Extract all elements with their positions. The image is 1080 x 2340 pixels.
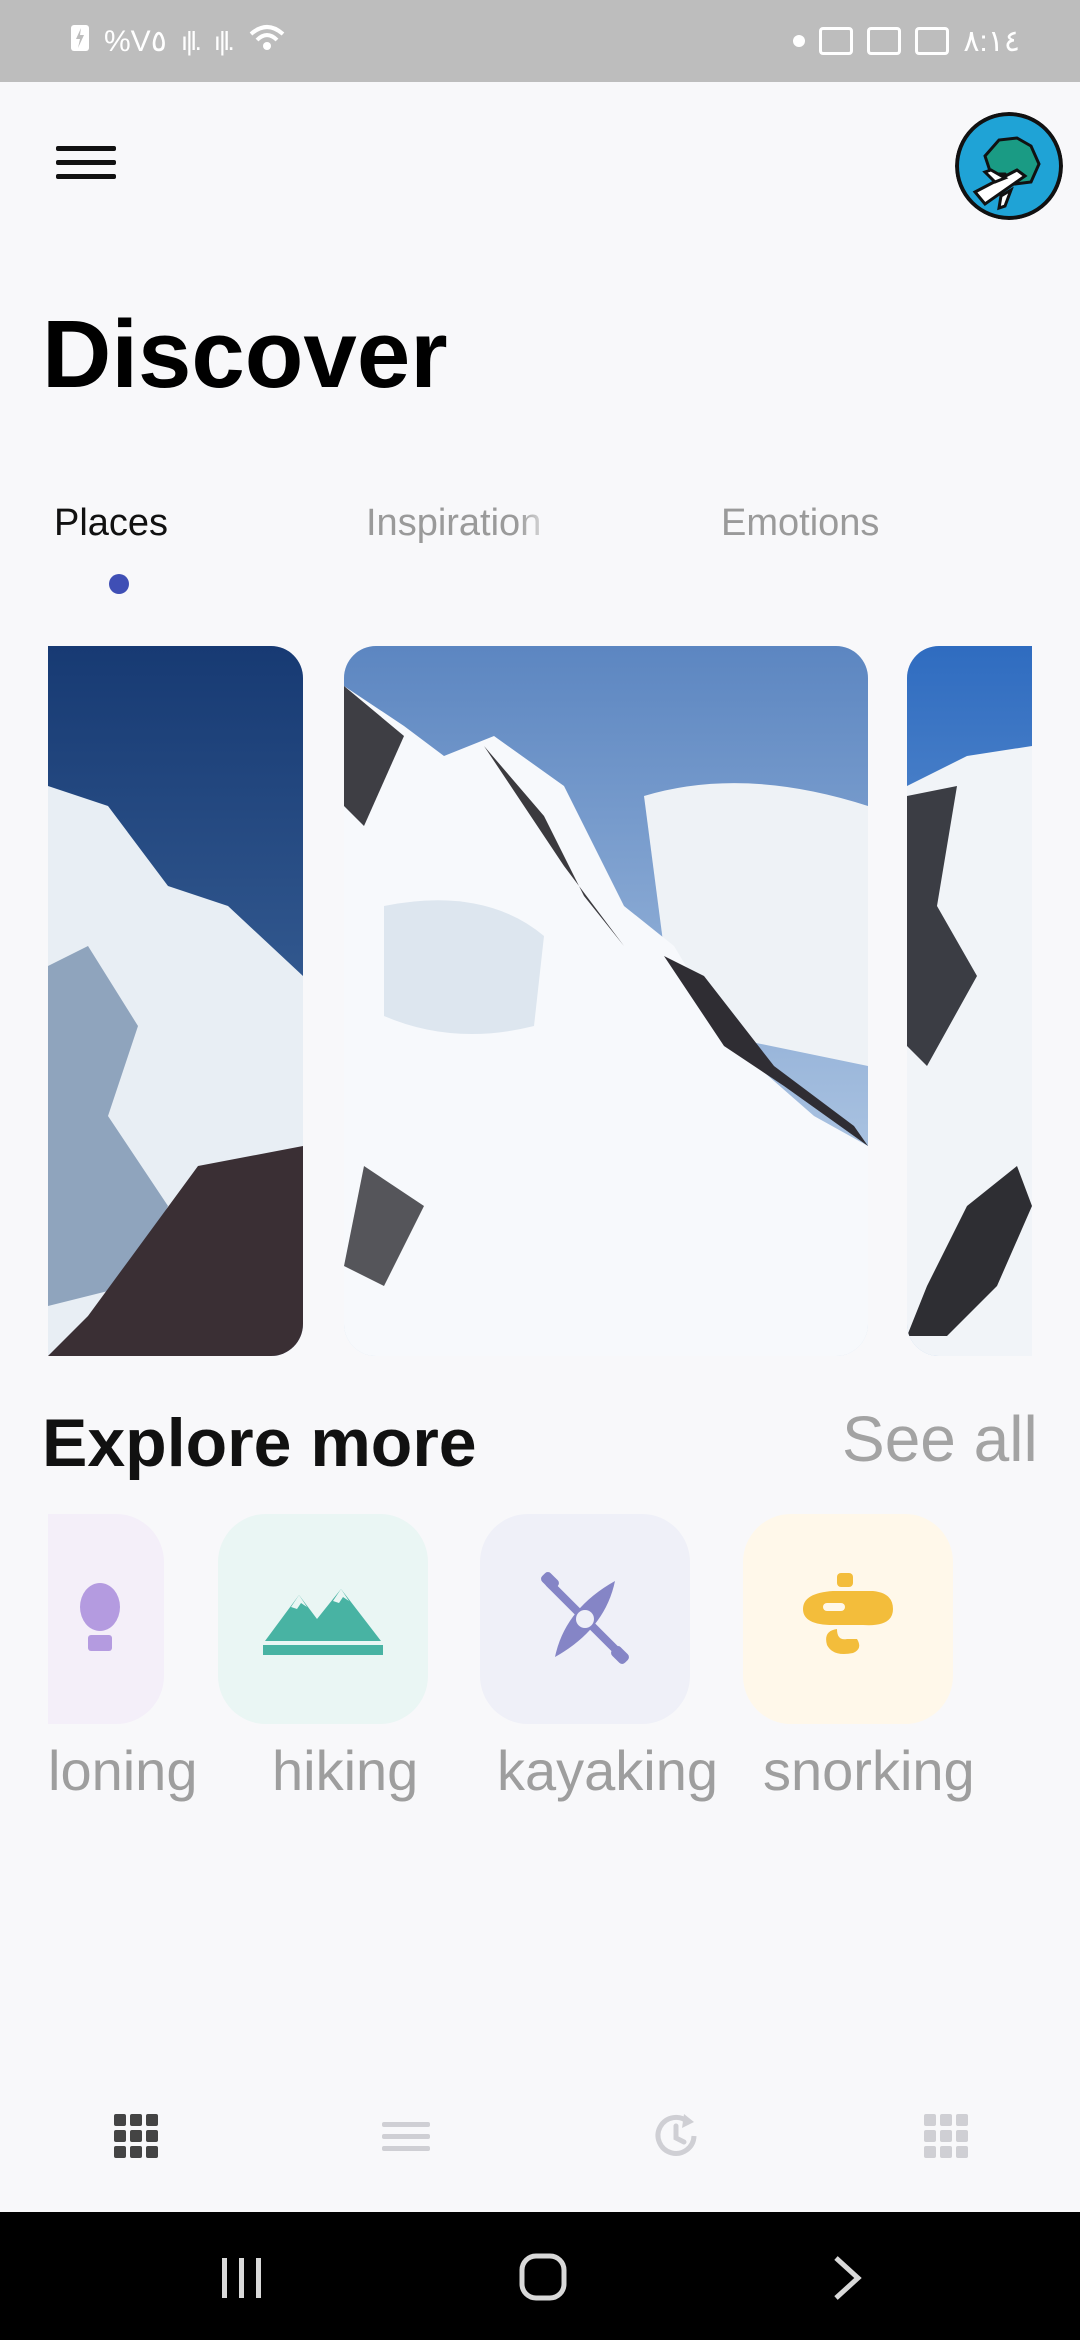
balloon-icon (80, 1583, 120, 1651)
explore-more-title: Explore more (42, 1405, 477, 1481)
tab-places[interactable]: Places (54, 502, 168, 545)
snorkel-mask-icon (803, 1573, 893, 1654)
battery-charging-icon (70, 22, 90, 60)
back-chevron-icon[interactable] (830, 2254, 864, 2307)
signal-icon: ı|l. (180, 25, 202, 56)
page-title: Discover (42, 301, 448, 408)
category-kayaking[interactable] (480, 1514, 690, 1724)
tab-inspiration[interactable]: Inspiration (366, 502, 556, 545)
tab-emotions[interactable]: Emotions (721, 502, 879, 545)
category-label-hiking: hiking (272, 1739, 419, 1802)
place-card-featured[interactable] (344, 646, 868, 1356)
active-tab-indicator (109, 574, 129, 594)
category-label-kayaking: kayaking (497, 1739, 719, 1802)
see-all-link[interactable]: See all (842, 1402, 1038, 1476)
category-hiking[interactable] (218, 1514, 428, 1724)
notification-dot-icon (793, 35, 806, 47)
category-snorkeling[interactable] (743, 1514, 953, 1724)
gallery-icon (867, 27, 902, 55)
nav-list-icon[interactable] (380, 2110, 432, 2162)
status-bar: %V٥ ı|l. ı|l. ٨:١٤ (0, 0, 1080, 82)
category-ballooning[interactable] (48, 1514, 164, 1724)
status-left: %V٥ ı|l. ı|l. (70, 22, 287, 60)
recent-apps-icon[interactable] (218, 2256, 266, 2305)
nav-apps-icon[interactable] (920, 2110, 972, 2162)
battery-percentage: %V٥ (104, 24, 167, 58)
globe-plane-avatar-icon[interactable] (955, 112, 1063, 220)
hamburger-menu-icon[interactable] (56, 146, 116, 192)
signal-icon-2: ı|l. (213, 25, 235, 56)
mountain-image-right (907, 646, 1032, 1356)
nav-grid-icon[interactable] (110, 2110, 162, 2162)
place-card-right[interactable] (907, 646, 1032, 1356)
kayak-icon (541, 1572, 629, 1664)
wifi-icon (247, 22, 287, 60)
mountain-image-featured (344, 646, 868, 1356)
mountain-image-left (48, 646, 303, 1356)
contacts-icon (819, 27, 854, 55)
system-navigation-bar (0, 2212, 1080, 2340)
home-icon[interactable] (518, 2252, 568, 2307)
nav-history-icon[interactable] (650, 2110, 702, 2162)
mountains-icon (263, 1589, 383, 1655)
place-card-left[interactable] (48, 646, 303, 1356)
category-label-ballooning: loning (48, 1739, 198, 1802)
clock: ٨:١٤ (963, 24, 1020, 58)
category-label-snorkeling: snorking (763, 1739, 975, 1802)
screenshot-icon (915, 27, 950, 55)
status-right: ٨:١٤ (793, 24, 1020, 59)
